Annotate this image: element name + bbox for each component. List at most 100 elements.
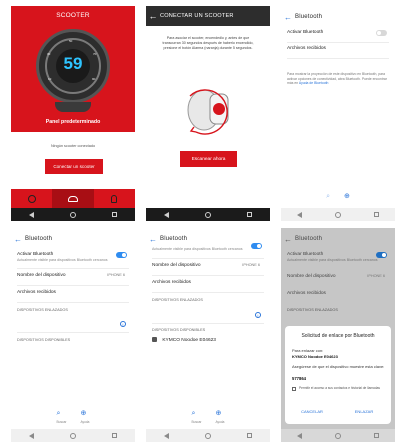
app-bar: ← CONECTAR UN SCOOTER [146,6,270,26]
screen-title: Bluetooth [160,236,188,242]
received-files-row: Archivos recibidos [287,291,389,296]
home-nav-icon[interactable] [70,211,76,218]
info-icon[interactable]: i [120,321,126,327]
available-devices-section: DISPOSITIVOS DISPONIBLES [152,328,206,332]
tab-user[interactable] [94,189,135,208]
home-nav-icon[interactable] [334,211,341,218]
activate-bluetooth-label: Activar Bluetooth [287,252,324,257]
back-arrow-icon[interactable]: ← [281,13,295,22]
bottom-actions: ⌕ Buscar ⊕ Ayuda [11,402,135,424]
tab-gauge[interactable] [11,189,52,208]
home-nav-icon[interactable] [205,432,211,439]
device-name-value: IPHONE 6 [107,273,125,277]
divider [152,258,264,259]
bluetooth-toggle [376,252,387,258]
back-arrow-icon[interactable]: ← [11,235,25,244]
received-files-label: Archivos recibidos [287,46,326,51]
recents-nav-icon[interactable] [247,212,252,217]
back-nav-icon[interactable] [297,211,303,218]
divider [152,323,264,324]
help-link[interactable]: Ayuda de Bluetooth [299,81,329,85]
recents-nav-icon[interactable] [112,212,117,217]
passkey: 577864 [292,376,306,381]
system-nav-bar [11,429,135,442]
visibility-sub: Actualmente visible para dispositivos Bl… [287,258,378,262]
search-action[interactable]: ⌕ [326,185,330,203]
device-name-row: Nombre del dispositivo IPHONE 6 [287,274,389,279]
recents-nav-icon[interactable] [112,433,117,438]
scooter-dashboard-screen: SCOOTER 59 10 30 50 70 90 Panel predeter… [11,6,135,221]
recents-nav-icon[interactable] [247,433,252,438]
gauge-tick-50: 50 [69,39,73,43]
recents-nav-icon[interactable] [373,433,379,438]
activate-bluetooth-row[interactable]: Actualmente visible para dispositivos Bl… [152,243,264,251]
bluetooth-toggle[interactable] [251,243,262,249]
gauge-tick-70: 70 [93,52,97,56]
divider [152,292,264,293]
bluetooth-off-screen: ← Bluetooth Activar Bluetooth Archivos r… [281,6,395,221]
help-action[interactable]: ⊕ [344,185,350,203]
help-icon: ⊕ [344,193,350,200]
screen-title: Bluetooth [25,236,53,242]
received-files-row[interactable]: Archivos recibidos [152,280,264,285]
received-files-row[interactable]: Archivos recibidos [17,290,129,295]
back-nav-icon[interactable] [164,432,169,439]
tab-scooter[interactable] [52,189,94,208]
device-name-value: IPHONE 6 [242,263,260,267]
divider [17,332,129,333]
gauge-tick-30: 30 [47,52,51,56]
pair-button[interactable]: ENLAZAR [345,406,383,417]
bottom-actions: ⌕ Buscar ⊕ Ayuda [146,402,270,424]
device-name-label: Nombre del dispositivo [17,273,66,278]
kymco-device-row[interactable]: KYMCO Noodoe E04623 [152,337,264,343]
bluetooth-toggle[interactable] [116,252,127,258]
home-nav-icon[interactable] [205,211,211,218]
received-files-label: Archivos recibidos [17,290,56,295]
bluetooth-toggle[interactable] [376,30,387,36]
activate-bluetooth-label: Activar Bluetooth [287,30,324,35]
search-label: Buscar [191,420,202,424]
cancel-button[interactable]: CANCELAR [293,406,331,417]
back-nav-icon[interactable] [164,211,169,218]
search-action[interactable]: ⌕ Buscar [192,402,202,424]
gauge-tab-icon [27,194,36,203]
bluetooth-help-text: Para mostrar la proyección de este dispo… [287,72,389,86]
paired-devices-section: DISPOSITIVOS ENLAZADOS [17,308,68,312]
help-label: Ayuda [215,420,225,424]
scan-now-button[interactable]: Escanear ahora [180,151,237,167]
activate-bluetooth-label: Activar Bluetooth [17,252,54,257]
received-files-label: Archivos recibidos [287,291,326,296]
connect-scooter-button[interactable]: Conectar un scooter [45,159,103,174]
help-action[interactable]: ⊕ Ayuda [215,402,224,424]
back-arrow-icon[interactable]: ← [281,235,295,244]
help-label: Ayuda [80,420,90,424]
system-nav-bar [281,429,395,442]
search-icon: ⌕ [56,410,61,417]
help-action[interactable]: ⊕ Ayuda [80,402,89,424]
info-icon[interactable]: i [255,312,261,318]
contacts-checkbox[interactable] [292,387,296,391]
recents-nav-icon[interactable] [373,212,379,217]
back-arrow-icon[interactable]: ← [146,235,160,244]
device-name-row[interactable]: Nombre del dispositivo IPHONE 6 [17,273,129,278]
back-nav-icon[interactable] [29,432,34,439]
divider [17,302,129,303]
device-name-label: Nombre del dispositivo [152,263,201,268]
system-nav-bar [146,208,270,221]
activate-bluetooth-row[interactable]: Activar Bluetooth Actualmente visible pa… [17,252,129,262]
activate-bluetooth-row[interactable]: Activar Bluetooth [287,30,389,36]
gauge-tick-90: 90 [92,77,96,81]
back-arrow-icon[interactable]: ← [146,11,160,21]
back-nav-icon[interactable] [297,432,303,439]
device-name-row[interactable]: Nombre del dispositivo IPHONE 6 [152,263,264,268]
home-nav-icon[interactable] [70,432,76,439]
back-nav-icon[interactable] [29,211,34,218]
device-name-value: IPHONE 6 [367,274,385,278]
received-files-row[interactable]: Archivos recibidos [287,46,389,51]
visibility-sub: Actualmente visible para dispositivos Bl… [152,247,243,251]
search-action[interactable]: ⌕ Buscar [57,402,67,424]
screen-title: Bluetooth [295,14,323,20]
home-nav-icon[interactable] [334,432,341,439]
bluetooth-pairing-screen: ← Bluetooth Activar Bluetooth Actualment… [281,228,395,442]
scooter-tab-icon [67,195,78,202]
